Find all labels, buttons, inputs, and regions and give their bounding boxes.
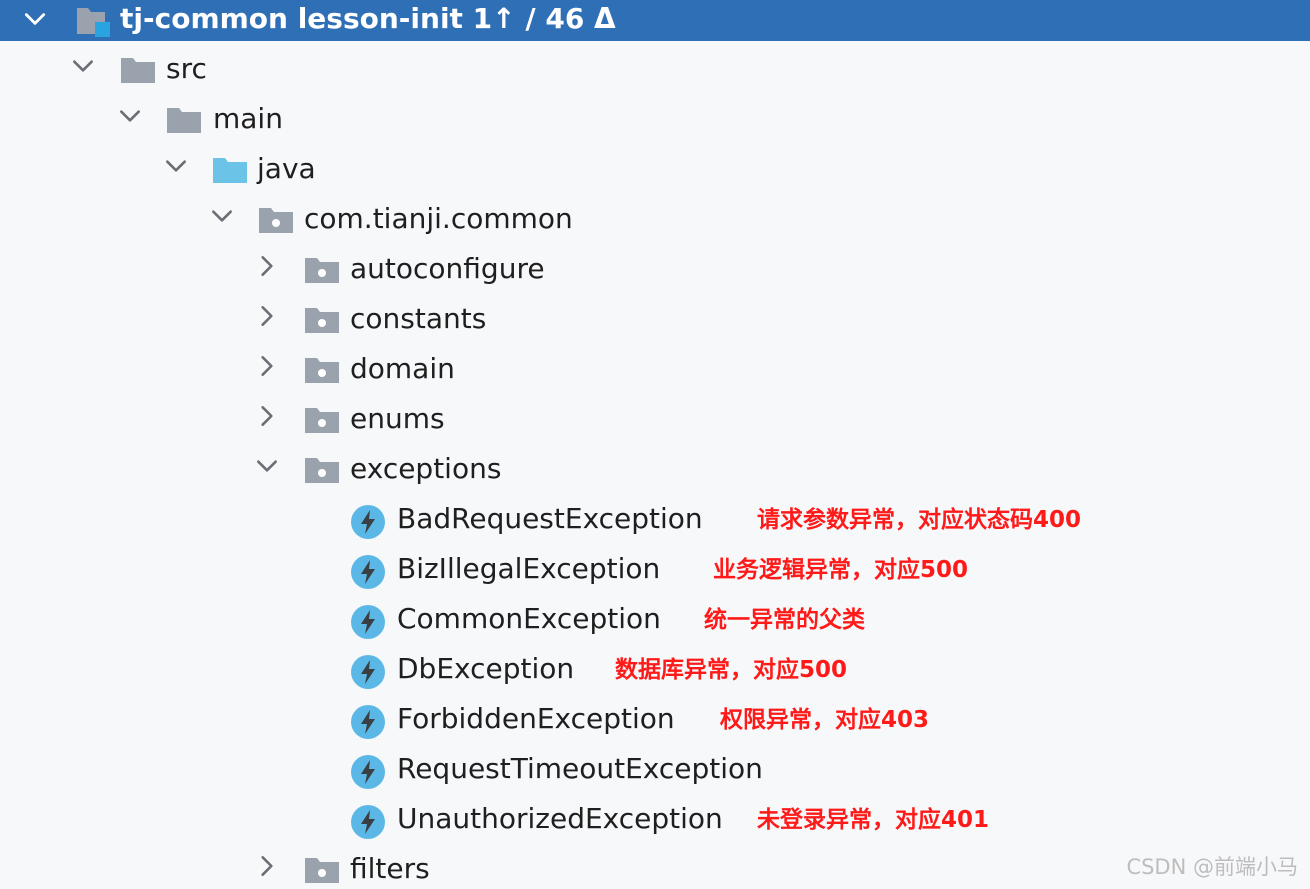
- exception-class-icon: [351, 755, 385, 789]
- exception-class-icon: [351, 805, 385, 839]
- package-folder-icon: [305, 358, 339, 383]
- project-tree: tj-common lesson-init 1↑ / 46 Δ src main…: [0, 0, 1310, 889]
- annotation-note: 请求参数异常，对应状态码400: [757, 507, 1082, 533]
- tree-node-autoconfigure[interactable]: autoconfigure: [0, 244, 1310, 294]
- package-folder-icon: [305, 458, 339, 483]
- chevron-right-icon[interactable]: [254, 403, 280, 429]
- tree-node-label: constants: [350, 302, 487, 335]
- tree-node-label: com.tianji.common: [304, 202, 573, 235]
- package-folder-icon: [305, 408, 339, 433]
- tree-node-class[interactable]: RequestTimeoutException: [0, 744, 1310, 794]
- tree-node-exceptions[interactable]: exceptions: [0, 444, 1310, 494]
- module-folder-icon: [77, 8, 110, 37]
- exception-class-icon: [351, 705, 385, 739]
- tree-node-label: UnauthorizedException: [397, 802, 723, 835]
- tree-node-class[interactable]: UnauthorizedException 未登录异常，对应401: [0, 794, 1310, 844]
- tree-node-label: BizIllegalException: [397, 552, 661, 585]
- package-folder-icon: [305, 308, 339, 333]
- tree-node-class[interactable]: BizIllegalException 业务逻辑异常，对应500: [0, 544, 1310, 594]
- chevron-down-icon[interactable]: [163, 153, 189, 179]
- exception-class-icon: [351, 605, 385, 639]
- tree-node-src[interactable]: src: [0, 44, 1310, 94]
- tree-node-label: DbException: [397, 652, 575, 685]
- tree-node-constants[interactable]: constants: [0, 294, 1310, 344]
- tree-node-class[interactable]: ForbiddenException 权限异常，对应403: [0, 694, 1310, 744]
- tree-node-label: filters: [350, 852, 430, 885]
- folder-icon: [121, 58, 155, 83]
- tree-node-main[interactable]: main: [0, 94, 1310, 144]
- tree-node-label: BadRequestException: [397, 502, 703, 535]
- folder-icon: [167, 108, 201, 133]
- chevron-down-icon[interactable]: [209, 203, 235, 229]
- package-folder-icon: [259, 208, 293, 233]
- tree-node-label: tj-common lesson-init 1↑ / 46 Δ: [120, 2, 616, 35]
- tree-node-package-root[interactable]: com.tianji.common: [0, 194, 1310, 244]
- tree-node-label: exceptions: [350, 452, 502, 485]
- watermark: CSDN @前端小马: [1126, 855, 1298, 879]
- tree-node-label: main: [213, 102, 283, 135]
- chevron-right-icon[interactable]: [254, 253, 280, 279]
- chevron-down-icon[interactable]: [22, 6, 48, 32]
- tree-node-class[interactable]: BadRequestException 请求参数异常，对应状态码400: [0, 494, 1310, 544]
- tree-node-class[interactable]: DbException 数据库异常，对应500: [0, 644, 1310, 694]
- tree-node-root[interactable]: tj-common lesson-init 1↑ / 46 Δ: [0, 0, 1310, 41]
- chevron-right-icon[interactable]: [254, 353, 280, 379]
- annotation-note: 数据库异常，对应500: [615, 657, 848, 683]
- source-root-folder-icon: [213, 158, 247, 183]
- exception-class-icon: [351, 505, 385, 539]
- chevron-right-icon[interactable]: [254, 853, 280, 879]
- tree-node-label: CommonException: [397, 602, 661, 635]
- tree-node-label: enums: [350, 402, 445, 435]
- exception-class-icon: [351, 655, 385, 689]
- chevron-right-icon[interactable]: [254, 303, 280, 329]
- chevron-down-icon[interactable]: [117, 103, 143, 129]
- package-folder-icon: [305, 258, 339, 283]
- tree-node-label: src: [166, 52, 207, 85]
- tree-node-enums[interactable]: enums: [0, 394, 1310, 444]
- package-folder-icon: [305, 858, 339, 883]
- exception-class-icon: [351, 555, 385, 589]
- tree-node-filters[interactable]: filters: [0, 844, 1310, 889]
- annotation-note: 业务逻辑异常，对应500: [713, 557, 969, 583]
- tree-node-label: RequestTimeoutException: [397, 752, 763, 785]
- chevron-down-icon[interactable]: [254, 453, 280, 479]
- tree-node-label: autoconfigure: [350, 252, 545, 285]
- annotation-note: 统一异常的父类: [704, 607, 865, 633]
- tree-node-label: domain: [350, 352, 455, 385]
- tree-node-label: ForbiddenException: [397, 702, 675, 735]
- annotation-note: 权限异常，对应403: [720, 707, 930, 733]
- annotation-note: 未登录异常，对应401: [757, 807, 990, 833]
- tree-node-domain[interactable]: domain: [0, 344, 1310, 394]
- tree-node-java[interactable]: java: [0, 144, 1310, 194]
- tree-node-class[interactable]: CommonException 统一异常的父类: [0, 594, 1310, 644]
- chevron-down-icon[interactable]: [70, 53, 96, 79]
- tree-node-label: java: [257, 152, 316, 185]
